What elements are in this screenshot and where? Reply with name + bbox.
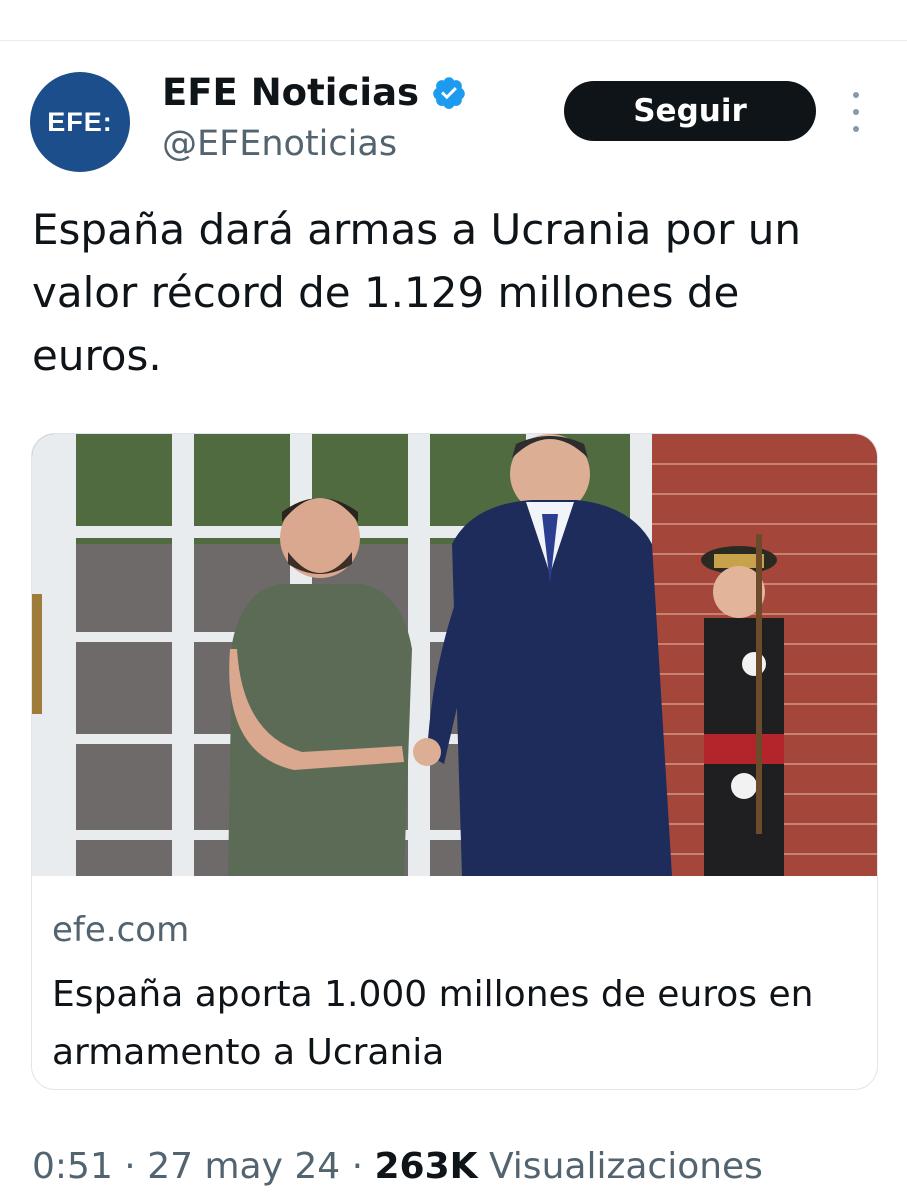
follow-button[interactable]: Seguir [564,81,816,141]
avatar[interactable]: EFE: [30,72,130,172]
verified-badge-icon [433,77,465,109]
tweet-meta: 0:51 · 27 may 24 · 263K Visualizaciones [32,1142,763,1192]
card-title[interactable]: España aporta 1.000 millones de euros en… [52,966,852,1082]
tweet-date[interactable]: 27 may 24 [147,1146,340,1187]
tweet-text: España dará armas a Ucrania por un valor… [32,205,801,380]
meta-separator: · [340,1146,375,1187]
link-card[interactable]: efe.com España aporta 1.000 millones de … [31,433,878,1090]
avatar-logo-text: EFE: [47,106,113,137]
meta-separator: · [112,1146,148,1187]
more-options-icon[interactable] [846,92,866,132]
display-name[interactable]: EFE Noticias [162,70,419,116]
card-domain: efe.com [52,910,190,950]
top-divider [0,40,907,41]
views-count: 263K [374,1146,478,1187]
author-name-row[interactable]: EFE Noticias [162,70,467,116]
tweet-time[interactable]: 0:51 [32,1146,113,1187]
views-label: Visualizaciones [488,1146,763,1187]
author-handle[interactable]: @EFEnoticias [162,122,397,166]
card-image[interactable] [32,434,877,876]
